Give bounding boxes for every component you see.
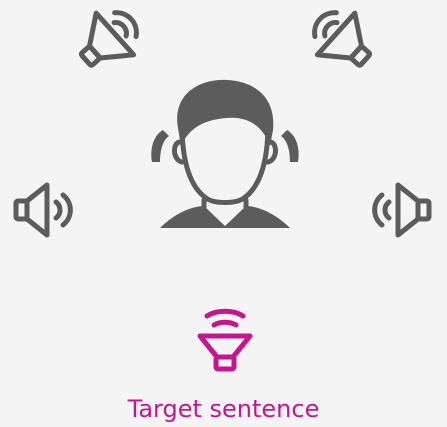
target-sentence-caption: Target sentence — [127, 395, 320, 423]
speaker-top-right-icon — [312, 10, 373, 68]
speaker-left-icon — [13, 182, 73, 238]
listening-setup-diagram: Target sentence — [0, 0, 447, 427]
listener-head-icon — [160, 79, 290, 228]
hearing-aid-right-icon — [281, 130, 299, 162]
hearing-aid-left-icon — [151, 130, 169, 162]
diagram-canvas — [13, 10, 432, 372]
target-speaker-icon — [197, 308, 253, 372]
speaker-top-left-icon — [78, 10, 139, 68]
speaker-right-icon — [372, 182, 432, 238]
